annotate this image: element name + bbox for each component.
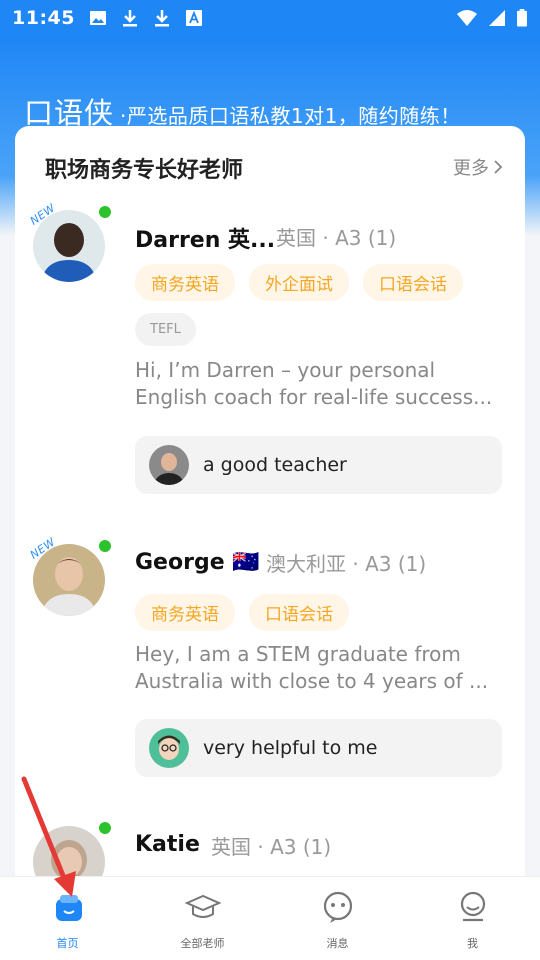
download-icon — [154, 10, 169, 27]
tag: 外企面试 — [249, 264, 349, 301]
tag: 口语会话 — [249, 594, 349, 631]
tag: TEFL — [135, 313, 196, 346]
teacher-name: Katie — [135, 832, 200, 857]
online-status-dot — [99, 540, 111, 552]
teacher-bio: Hey, I am a STEM graduate from Australia… — [135, 641, 503, 695]
app-slogan: ·严选品质口语私教1对1，随约随练！ — [120, 104, 461, 128]
reviewer-avatar — [149, 728, 189, 768]
bio-line: Hi, I’m Darren – your personal — [135, 358, 436, 382]
image-icon — [89, 11, 106, 25]
teacher-name: George 🇦🇺 — [135, 550, 260, 575]
teacher-bio: Hi, I’m Darren – your personal English c… — [135, 357, 503, 411]
bottom-nav: 首页 全部老师 消息 我 — [0, 876, 540, 960]
nav-label: 首页 — [56, 937, 79, 950]
teacher-meta: 英国 · A3 (1) — [211, 835, 332, 859]
chevron-right-icon — [494, 160, 503, 174]
tag: 口语会话 — [363, 264, 463, 301]
graduation-cap-icon — [184, 894, 221, 918]
download-icon — [122, 10, 137, 27]
nav-item-home[interactable]: 首页 — [0, 877, 135, 960]
more-link[interactable]: 更多 — [453, 154, 503, 180]
status-bar: 11:45 — [0, 0, 540, 36]
message-icon — [323, 891, 352, 923]
reviewer-avatar — [149, 445, 189, 485]
nav-label: 我 — [467, 937, 478, 950]
tag: 商务英语 — [135, 264, 235, 301]
wifi-icon — [457, 10, 477, 26]
review-text: a good teacher — [203, 454, 347, 476]
review-box[interactable]: very helpful to me — [135, 719, 502, 777]
profile-icon — [460, 891, 485, 922]
nav-label: 消息 — [326, 937, 349, 950]
nav-item-messages[interactable]: 消息 — [270, 877, 405, 960]
nav-label: 全部老师 — [180, 937, 225, 950]
bio-line: Hey, I am a STEM graduate from — [135, 642, 461, 666]
font-icon — [185, 10, 202, 26]
signal-icon — [489, 10, 505, 26]
section-title: 职场商务专长好老师 — [45, 158, 244, 183]
battery-icon — [517, 9, 527, 27]
teacher-card: 职场商务专长好老师 更多 NEW Darren 英... 英国 · A3 (1)… — [15, 126, 525, 886]
teacher-meta: 澳大利亚 · A3 (1) — [266, 552, 427, 576]
review-box[interactable]: a good teacher — [135, 436, 502, 494]
status-time: 11:45 — [12, 7, 75, 29]
nav-item-me[interactable]: 我 — [405, 877, 540, 960]
online-status-dot — [99, 206, 111, 218]
tag: 商务英语 — [135, 594, 235, 631]
teacher-name: Darren 英... — [135, 228, 276, 253]
online-status-dot — [99, 822, 111, 834]
bio-line: English coach for real-life success... — [135, 385, 493, 409]
review-text: very helpful to me — [203, 737, 378, 759]
teacher-tags: 商务英语 口语会话 — [135, 594, 505, 631]
home-icon — [55, 895, 82, 921]
teacher-meta: 英国 · A3 (1) — [276, 226, 397, 250]
nav-item-all-teachers[interactable]: 全部老师 — [135, 877, 270, 960]
more-label: 更多 — [453, 158, 489, 179]
teacher-tags: 商务英语 外企面试 口语会话 TEFL — [135, 264, 505, 346]
bio-line: Australia with close to 4 years of ... — [135, 669, 489, 693]
